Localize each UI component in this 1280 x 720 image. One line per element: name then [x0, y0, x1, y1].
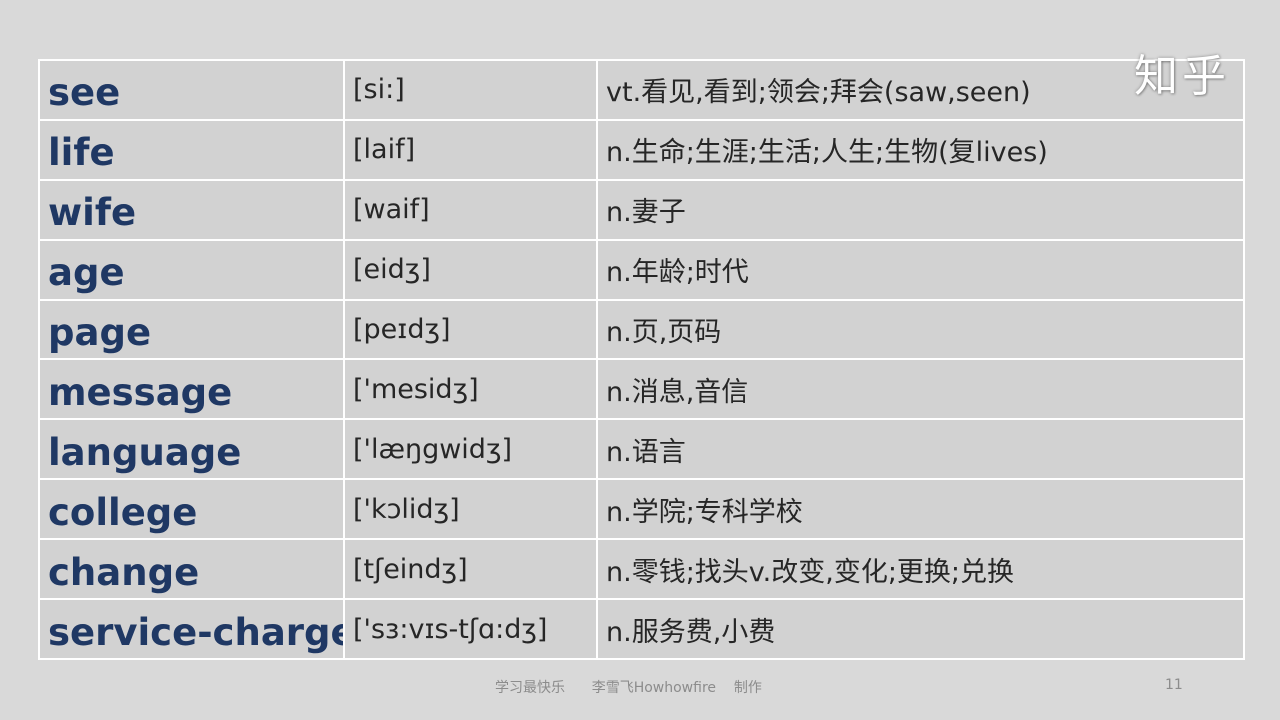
meaning: n.零钱;找头v.改变,变化;更换;兑换 [606, 556, 1015, 588]
phonetic: ['sɜ:vɪs-tʃɑ:dʒ] [353, 613, 548, 645]
meaning: n.年龄;时代 [606, 257, 749, 289]
word-cell: page [38, 298, 345, 361]
phonetic: [tʃeindʒ] [353, 553, 468, 585]
word: life [48, 131, 115, 175]
meaning: n.页,页码 [606, 317, 722, 348]
word: age [48, 251, 125, 295]
phonetic-cell: [eidʒ] [343, 238, 598, 301]
table-row: see [si:] vt.看见,看到;领会;拜会(saw,seen) [38, 59, 1245, 121]
table-row: age [eidʒ] n.年龄;时代 [38, 238, 1245, 301]
phonetic: [laif] [353, 134, 416, 166]
word: wife [48, 191, 137, 235]
meaning: n.妻子 [606, 197, 686, 229]
word-cell: wife [38, 178, 345, 241]
phonetic-cell: [laif] [343, 118, 598, 181]
phonetic: ['kɔlidʒ] [353, 493, 460, 525]
word-cell: college [38, 478, 345, 541]
word-cell: life [38, 118, 345, 181]
phonetic-cell: [si:] [343, 59, 598, 121]
meaning: n.学院;专科学校 [606, 496, 803, 528]
vocabulary-table: see [si:] vt.看见,看到;领会;拜会(saw,seen) life … [38, 59, 1245, 660]
meaning: n.语言 [606, 436, 686, 468]
phonetic: [peɪdʒ] [353, 314, 451, 345]
table-row: wife [waif] n.妻子 [38, 178, 1245, 241]
zhihu-watermark: 知乎 [1134, 51, 1230, 102]
table-row: college ['kɔlidʒ] n.学院;专科学校 [38, 478, 1245, 541]
word: change [48, 550, 200, 594]
word-cell: message [38, 358, 345, 421]
phonetic: ['mesidʒ] [353, 373, 479, 405]
page-number: 11 [1165, 677, 1183, 693]
phonetic: [eidʒ] [353, 254, 431, 286]
word-cell: change [38, 538, 345, 601]
word: see [48, 71, 121, 115]
phonetic-cell: ['mesidʒ] [343, 358, 598, 421]
phonetic: [waif] [353, 194, 430, 226]
phonetic: ['læŋgwidʒ] [353, 433, 513, 465]
phonetic-cell: [waif] [343, 178, 598, 241]
meaning: n.消息,音信 [606, 376, 749, 408]
phonetic-cell: ['læŋgwidʒ] [343, 418, 598, 481]
phonetic: [si:] [353, 74, 405, 106]
table-row: message ['mesidʒ] n.消息,音信 [38, 358, 1245, 421]
word-cell: language [38, 418, 345, 481]
phonetic-cell: ['sɜ:vɪs-tʃɑ:dʒ] [343, 598, 598, 660]
meaning-cell: n.零钱;找头v.改变,变化;更换;兑换 [596, 538, 1245, 601]
meaning-cell: n.消息,音信 [596, 358, 1245, 421]
phonetic-cell: [peɪdʒ] [343, 298, 598, 361]
word-cell: see [38, 59, 345, 121]
meaning: n.生命;生涯;生活;人生;生物(复lives) [606, 137, 1048, 169]
meaning-cell: n.妻子 [596, 178, 1245, 241]
footer-credit: 学习最快乐 李雪飞Howhowfire 制作 [495, 680, 762, 696]
phonetic-cell: ['kɔlidʒ] [343, 478, 598, 541]
meaning-cell: n.学院;专科学校 [596, 478, 1245, 541]
word: college [48, 490, 198, 534]
word: service-charge [48, 610, 344, 654]
table-row: page [peɪdʒ] n.页,页码 [38, 298, 1245, 361]
meaning-cell: n.年龄;时代 [596, 238, 1245, 301]
table-row: language ['læŋgwidʒ] n.语言 [38, 418, 1245, 481]
word: language [48, 430, 242, 474]
phonetic-cell: [tʃeindʒ] [343, 538, 598, 601]
slide: see [si:] vt.看见,看到;领会;拜会(saw,seen) life … [0, 0, 1280, 720]
meaning-cell: n.语言 [596, 418, 1245, 481]
word-cell: age [38, 238, 345, 301]
table-row: life [laif] n.生命;生涯;生活;人生;生物(复lives) [38, 118, 1245, 181]
meaning: n.服务费,小费 [606, 616, 776, 648]
meaning-cell: n.生命;生涯;生活;人生;生物(复lives) [596, 118, 1245, 181]
word-cell: service-charge [38, 598, 345, 660]
word: page [48, 311, 152, 354]
meaning-cell: n.服务费,小费 [596, 598, 1245, 660]
word: message [48, 370, 233, 414]
meaning-cell: n.页,页码 [596, 298, 1245, 361]
table-row: service-charge ['sɜ:vɪs-tʃɑ:dʒ] n.服务费,小费 [38, 598, 1245, 660]
table-row: change [tʃeindʒ] n.零钱;找头v.改变,变化;更换;兑换 [38, 538, 1245, 601]
meaning: vt.看见,看到;领会;拜会(saw,seen) [606, 77, 1031, 109]
